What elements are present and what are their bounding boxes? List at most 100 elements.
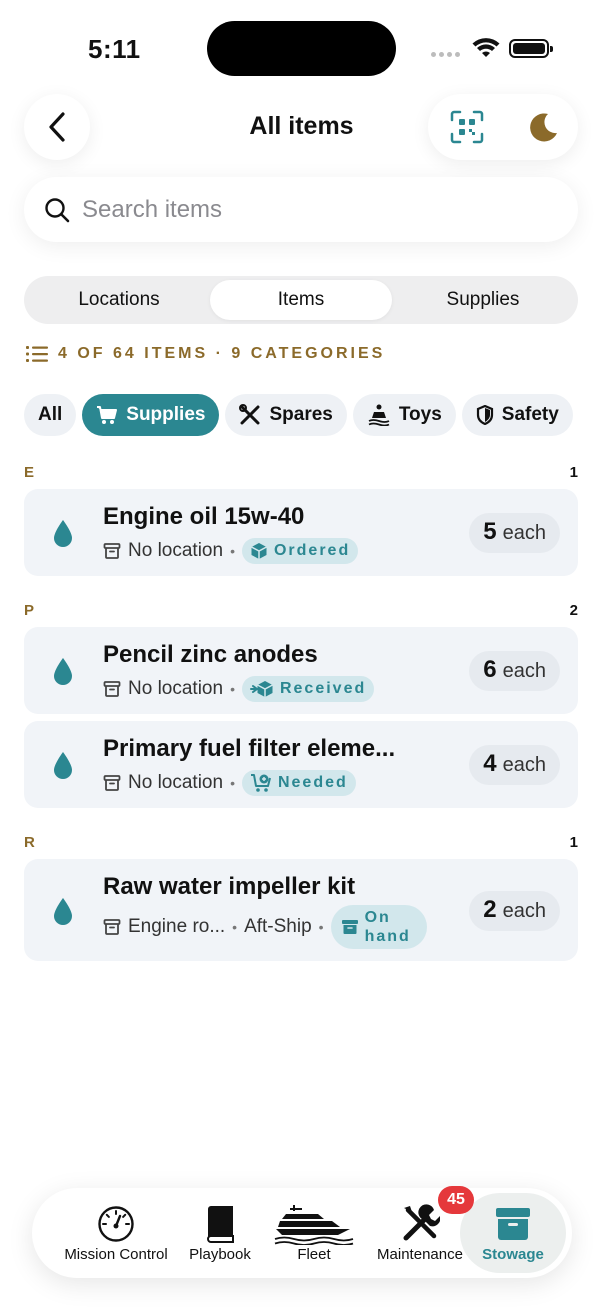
section-count: 2 [569, 602, 578, 619]
maintenance-badge: 45 [438, 1186, 474, 1214]
item-name: Pencil zinc anodes [103, 641, 318, 668]
yacht-icon [274, 1204, 354, 1245]
search-icon [45, 197, 70, 222]
item-location: No location [128, 540, 224, 561]
drop-icon [54, 898, 72, 925]
package-received-icon [249, 681, 273, 697]
item-count-text: 4 OF 64 ITEMS · 9 CATEGORIES [58, 345, 386, 362]
status-text: On hand [364, 909, 411, 945]
drop-icon [54, 520, 72, 547]
gauge-icon [98, 1205, 134, 1242]
tab-playbook[interactable]: Playbook [178, 1188, 262, 1278]
tab-mission-control[interactable]: Mission Control [54, 1188, 178, 1278]
status-text: Received [279, 680, 367, 697]
tab-bar: Mission Control Playbook Fleet Maintenan… [32, 1186, 572, 1278]
tab-stowage[interactable]: Stowage [460, 1193, 566, 1273]
filter-toys[interactable]: Toys [352, 394, 456, 436]
filter-all[interactable]: All [24, 394, 77, 436]
wifi-icon [472, 38, 500, 57]
quantity-value: 6 [483, 656, 497, 683]
quantity-pill: 4 each [469, 745, 560, 785]
wrench-screwdriver-icon [403, 1203, 440, 1240]
section-letter: P [24, 602, 35, 619]
item-card-zinc-anodes[interactable]: Pencil zinc anodes No location • Receive… [24, 627, 578, 714]
shield-icon [476, 405, 493, 425]
drop-icon [54, 752, 72, 779]
segment-supplies[interactable]: Supplies [392, 280, 574, 320]
item-meta: No location • Received [103, 676, 375, 702]
item-name: Engine oil 15w-40 [103, 503, 305, 530]
item-sublocation: Aft-Ship [244, 916, 312, 937]
book-icon [206, 1205, 234, 1243]
item-card-fuel-filter[interactable]: Primary fuel filter eleme... No location… [24, 721, 578, 808]
dynamic-island [207, 21, 396, 76]
item-count-summary: 4 OF 64 ITEMS · 9 CATEGORIES [26, 345, 385, 363]
tab-label: Stowage [482, 1245, 544, 1263]
item-location: No location [128, 772, 224, 793]
section-count: 1 [569, 464, 578, 481]
status-time: 5:11 [88, 34, 141, 64]
status-badge: Received [241, 676, 375, 702]
dark-mode-button[interactable] [524, 108, 562, 146]
tab-label: Playbook [189, 1245, 251, 1263]
filter-toys-label: Toys [398, 404, 442, 425]
box-icon [496, 1207, 530, 1240]
quantity-pill: 2 each [469, 891, 560, 931]
quantity-pill: 6 each [469, 651, 560, 691]
qr-scan-icon [450, 110, 484, 144]
cart-icon [97, 406, 118, 424]
quantity-value: 2 [483, 896, 497, 923]
item-card-impeller-kit[interactable]: Raw water impeller kit Engine ro... • Af… [24, 859, 578, 961]
tab-fleet[interactable]: Fleet [268, 1188, 360, 1278]
archive-box-icon [103, 543, 121, 559]
item-meta: No location • Ordered [103, 538, 359, 564]
filter-spares[interactable]: Spares [225, 394, 347, 436]
category-filters: All Supplies Spares Toys Safety [24, 394, 573, 436]
battery-icon [509, 39, 553, 58]
item-name: Primary fuel filter eleme... [103, 735, 396, 762]
tab-label: Fleet [297, 1245, 331, 1263]
section-header-p: P 2 [24, 602, 578, 619]
section-header-r: R 1 [24, 834, 578, 851]
view-segmented-control: Locations Items Supplies [24, 276, 578, 324]
status-bar: 5:11 [0, 0, 603, 90]
search-input[interactable] [82, 195, 542, 224]
signal-icon [431, 52, 460, 57]
quantity-pill: 5 each [469, 513, 560, 553]
filter-supplies[interactable]: Supplies [82, 394, 220, 436]
status-badge: Needed [241, 770, 356, 796]
status-badge: On hand [330, 905, 427, 949]
scan-qr-button[interactable] [448, 108, 486, 146]
search-bar[interactable] [24, 177, 578, 242]
archive-box-icon [341, 920, 358, 934]
drop-icon [54, 658, 72, 685]
archive-box-icon [103, 681, 121, 697]
section-count: 1 [569, 834, 578, 851]
status-text: Ordered [273, 542, 351, 559]
item-card-engine-oil[interactable]: Engine oil 15w-40 No location • Ordered … [24, 489, 578, 576]
filter-all-label: All [38, 404, 63, 425]
filter-safety-label: Safety [501, 404, 559, 425]
header-actions [428, 94, 578, 160]
segment-locations[interactable]: Locations [28, 280, 210, 320]
item-name: Raw water impeller kit [103, 873, 356, 900]
item-location: Engine ro... [128, 916, 226, 937]
item-meta: No location • Needed [103, 770, 356, 796]
jetski-icon [368, 404, 390, 426]
item-meta: Engine ro... • Aft-Ship • On hand [103, 905, 427, 949]
status-badge: Ordered [241, 538, 359, 564]
filter-spares-label: Spares [269, 404, 333, 425]
quantity-unit: each [502, 754, 546, 776]
filter-safety[interactable]: Safety [461, 394, 573, 436]
tab-label: Mission Control [64, 1245, 168, 1263]
package-icon [251, 543, 267, 559]
filter-supplies-label: Supplies [126, 404, 206, 425]
segment-items[interactable]: Items [210, 280, 392, 320]
quantity-unit: each [502, 900, 546, 922]
tools-icon [239, 404, 260, 425]
section-letter: R [24, 834, 35, 851]
section-header-e: E 1 [24, 464, 578, 481]
archive-box-icon [103, 775, 121, 791]
quantity-value: 5 [483, 518, 497, 545]
list-icon [26, 346, 48, 362]
